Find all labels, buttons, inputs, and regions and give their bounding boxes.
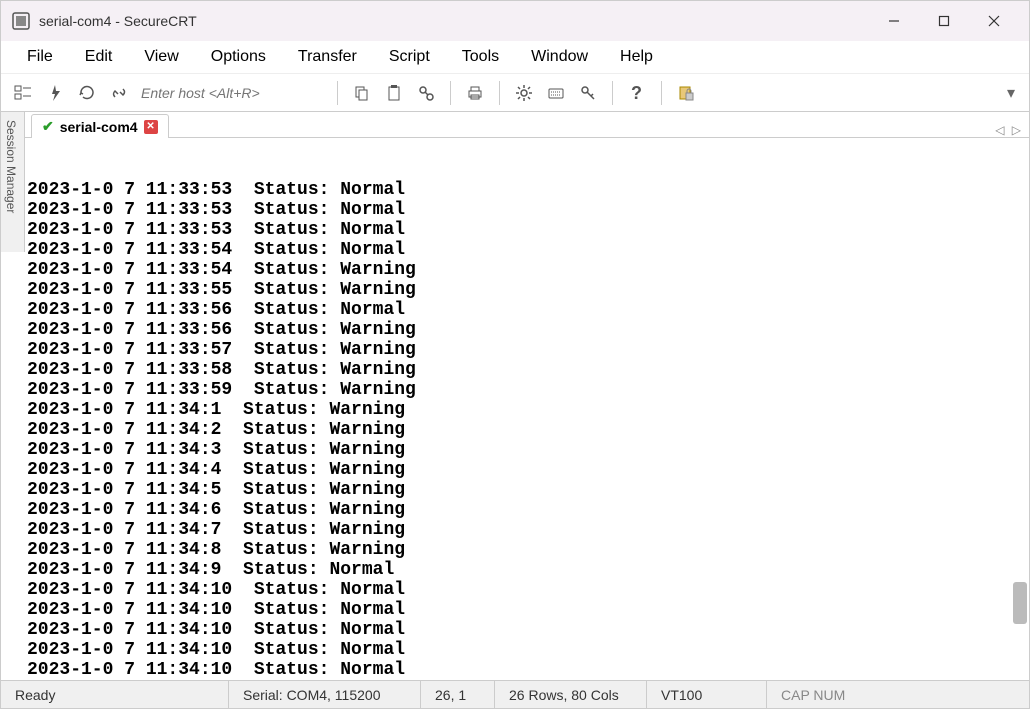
menu-window[interactable]: Window xyxy=(515,41,604,73)
menubar: File Edit View Options Transfer Script T… xyxy=(1,41,1029,73)
tab-label: serial-com4 xyxy=(60,119,138,135)
tabbar: ✔ serial-com4 ✕ ◁ ▷ xyxy=(25,112,1029,138)
separator xyxy=(661,81,662,105)
toolbar-overflow-icon[interactable]: ▾ xyxy=(1001,83,1021,103)
close-button[interactable] xyxy=(969,1,1019,41)
status-dimensions: 26 Rows, 80 Cols xyxy=(495,681,647,708)
scrollbar-thumb[interactable] xyxy=(1013,582,1027,624)
menu-view[interactable]: View xyxy=(128,41,194,73)
session-manager-icon[interactable] xyxy=(9,79,37,107)
status-position: 26, 1 xyxy=(421,681,495,708)
menu-options[interactable]: Options xyxy=(195,41,282,73)
help-icon[interactable]: ? xyxy=(623,79,651,107)
disconnect-icon[interactable] xyxy=(105,79,133,107)
titlebar: serial-com4 - SecureCRT xyxy=(1,1,1029,41)
window-title: serial-com4 - SecureCRT xyxy=(39,13,869,29)
maximize-button[interactable] xyxy=(919,1,969,41)
connected-check-icon: ✔ xyxy=(42,118,54,135)
tab-close-icon[interactable]: ✕ xyxy=(144,120,158,134)
statusbar: Ready Serial: COM4, 115200 26, 1 26 Rows… xyxy=(1,680,1029,708)
menu-transfer[interactable]: Transfer xyxy=(282,41,373,73)
status-ready: Ready xyxy=(1,681,229,708)
status-serial: Serial: COM4, 115200 xyxy=(229,681,421,708)
session-manager-sidebar[interactable]: Session Manager xyxy=(1,112,25,252)
settings-icon[interactable] xyxy=(510,79,538,107)
menu-edit[interactable]: Edit xyxy=(69,41,129,73)
reconnect-icon[interactable] xyxy=(73,79,101,107)
separator xyxy=(450,81,451,105)
print-icon[interactable] xyxy=(461,79,489,107)
copy-icon[interactable] xyxy=(348,79,376,107)
main-area: ✔ serial-com4 ✕ ◁ ▷ 2023-1-0 7 11:33:53 … xyxy=(25,112,1029,680)
key-icon[interactable] xyxy=(574,79,602,107)
separator xyxy=(612,81,613,105)
find-icon[interactable] xyxy=(412,79,440,107)
menu-tools[interactable]: Tools xyxy=(446,41,515,73)
terminal-output: 2023-1-0 7 11:33:53 Status: Normal 2023-… xyxy=(27,180,1029,680)
host-input[interactable] xyxy=(137,81,327,105)
status-emulation: VT100 xyxy=(647,681,767,708)
tab-nav-arrows[interactable]: ◁ ▷ xyxy=(995,123,1023,137)
svg-text:?: ? xyxy=(631,83,642,103)
tab-serial-com4[interactable]: ✔ serial-com4 ✕ xyxy=(31,114,169,138)
window-controls xyxy=(869,1,1019,41)
quick-connect-icon[interactable] xyxy=(41,79,69,107)
keyboard-icon[interactable] xyxy=(542,79,570,107)
menu-help[interactable]: Help xyxy=(604,41,669,73)
menu-file[interactable]: File xyxy=(11,41,69,73)
terminal[interactable]: 2023-1-0 7 11:33:53 Status: Normal 2023-… xyxy=(25,138,1029,680)
menu-script[interactable]: Script xyxy=(373,41,446,73)
separator xyxy=(337,81,338,105)
workarea: Session Manager ✔ serial-com4 ✕ ◁ ▷ 2023… xyxy=(1,111,1029,680)
lock-session-icon[interactable] xyxy=(672,79,700,107)
separator xyxy=(499,81,500,105)
minimize-button[interactable] xyxy=(869,1,919,41)
status-caps: CAP NUM xyxy=(767,681,1029,708)
paste-icon[interactable] xyxy=(380,79,408,107)
toolbar: ? ▾ xyxy=(1,73,1029,111)
app-icon xyxy=(11,11,31,31)
